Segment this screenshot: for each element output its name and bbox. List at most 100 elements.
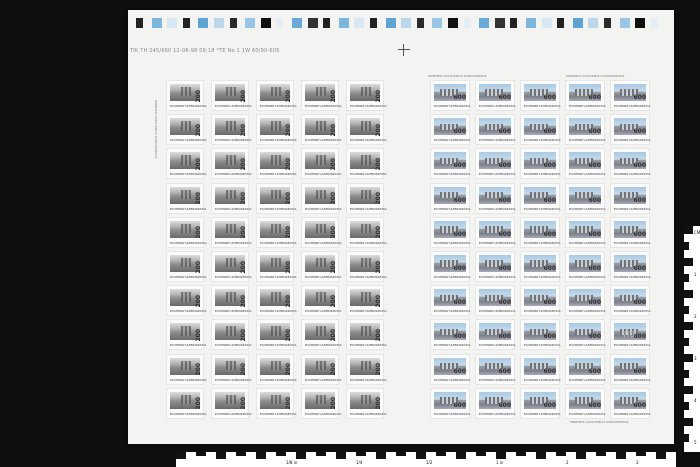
stamp-value: 600 <box>498 94 511 101</box>
stamp-country-label: ΕΛΛΗΝΙΚΗ ΔΗΜΟΚΡΑΤΙΑ <box>524 275 561 279</box>
stamp: 200 ΕΛΛΗΝΙΚΗ ΔΗΜΟΚΡΑΤΙΑ <box>166 285 206 317</box>
stamp: 200 ΕΛΛΗΝΙΚΗ ΔΗΜΟΚΡΑΤΙΑ <box>301 353 341 385</box>
stamp-country-label: ΕΛΛΗΝΙΚΗ ΔΗΜΟΚΡΑΤΙΑ <box>350 206 387 211</box>
stamp: 200 ΕΛΛΗΝΙΚΗ ΔΗΜΟΚΡΑΤΙΑ <box>301 182 341 214</box>
ruler-segment <box>336 452 346 459</box>
stamp-value: 600 <box>633 162 646 170</box>
ruler-label: 4 <box>694 398 697 403</box>
stamp-country-label: ΕΛΛΗΝΙΚΗ ΔΗΜΟΚΡΑΤΙΑ <box>215 104 252 108</box>
stamp-value: 200 <box>195 158 202 171</box>
stamp-value: 200 <box>375 192 382 205</box>
ruler-segment <box>196 452 206 456</box>
stamp: 200 ΕΛΛΗΝΙΚΗ ΔΗΜΟΚΡΑΤΙΑ <box>301 319 341 351</box>
stamp-value: 600 <box>498 128 511 136</box>
stamp: 600 ΕΛΛΗΝΙΚΗ ΔΗΜΟΚΡΑΤΙΑ <box>475 182 516 214</box>
stamp-country-label: ΕΛΛΗΝΙΚΗ ΔΗΜΟΚΡΑΤΙΑ <box>350 309 387 314</box>
registration-block <box>370 18 377 28</box>
stamp-value: 600 <box>588 265 601 272</box>
registration-block <box>167 18 178 28</box>
stamp-value: 200 <box>375 226 382 240</box>
registration-block <box>604 18 611 28</box>
stamp: 200 ΕΛΛΗΝΙΚΗ ΔΗΜΟΚΡΑΤΙΑ <box>301 216 341 248</box>
stamp: 200 ΕΛΛΗΝΙΚΗ ΔΗΜΟΚΡΑΤΙΑ <box>301 148 341 180</box>
stamp-country-label: ΕΛΛΗΝΙΚΗ ΔΗΜΟΚΡΑΤΙΑ <box>215 172 252 177</box>
stamp-value: 200 <box>240 123 247 137</box>
ruler-segment <box>684 418 693 426</box>
stamp-value: 200 <box>330 329 337 342</box>
stamp: 200 ΕΛΛΗΝΙΚΗ ΔΗΜΟΚΡΑΤΙΑ <box>166 387 207 419</box>
stamp-country-label: ΕΛΛΗΝΙΚΗ ΔΗΜΟΚΡΑΤΙΑ <box>479 275 516 279</box>
stamp-country-label: ΕΛΛΗΝΙΚΗ ΔΗΜΟΚΡΑΤΙΑ <box>350 240 387 245</box>
stamp-value: 600 <box>453 265 466 272</box>
stamp: 600 ΕΛΛΗΝΙΚΗ ΔΗΜΟΚΡΑΤΙΑ <box>430 148 471 180</box>
stamp: 600 ΕΛΛΗΝΙΚΗ ΔΗΜΟΚΡΑΤΙΑ <box>520 387 561 419</box>
stamp-country-label: ΕΛΛΗΝΙΚΗ ΔΗΜΟΚΡΑΤΙΑ <box>524 104 561 108</box>
ruler-segment <box>656 452 666 459</box>
stamp-country-label: ΕΛΛΗΝΙΚΗ ΔΗΜΟΚΡΑΤΙΑ <box>524 309 561 314</box>
stamp-country-label: ΕΛΛΗΝΙΚΗ ΔΗΜΟΚΡΑΤΙΑ <box>434 377 471 382</box>
stamp-country-label: ΕΛΛΗΝΙΚΗ ΔΗΜΟΚΡΑΤΙΑ <box>524 411 561 416</box>
stamp-country-label: ΕΛΛΗΝΙΚΗ ΔΗΜΟΚΡΑΤΙΑ <box>434 411 471 416</box>
stamp: 600 ΕΛΛΗΝΙΚΗ ΔΗΜΟΚΡΑΤΙΑ <box>610 353 650 385</box>
stamp: 600 ΕΛΛΗΝΙΚΗ ΔΗΜΟΚΡΑΤΙΑ <box>520 216 560 248</box>
stamp-value: 200 <box>330 226 337 240</box>
stamp-country-label: ΕΛΛΗΝΙΚΗ ΔΗΜΟΚΡΑΤΙΑ <box>170 411 207 416</box>
stamp-country-label: ΕΛΛΗΝΙΚΗ ΔΗΜΟΚΡΑΤΙΑ <box>215 343 252 348</box>
stamp-country-label: ΕΛΛΗΝΙΚΗ ΔΗΜΟΚΡΑΤΙΑ <box>434 138 471 143</box>
stamp-value: 600 <box>453 367 466 375</box>
stamp-country-label: ΕΛΛΗΝΙΚΗ ΔΗΜΟΚΡΑΤΙΑ <box>479 206 516 211</box>
stamp: 200 ΕΛΛΗΝΙΚΗ ΔΗΜΟΚΡΑΤΙΑ <box>346 80 386 111</box>
stamp-country-label: ΕΛΛΗΝΙΚΗ ΔΗΜΟΚΡΑΤΙΑ <box>569 309 606 314</box>
stamp-country-label: ΕΛΛΗΝΙΚΗ ΔΗΜΟΚΡΑΤΙΑ <box>350 377 387 382</box>
ruler-segment <box>616 452 626 459</box>
stamp-value: 200 <box>240 158 247 171</box>
stamp-value: 200 <box>240 397 247 411</box>
stamp-country-label: ΕΛΛΗΝΙΚΗ ΔΗΜΟΚΡΑΤΙΑ <box>524 138 561 143</box>
stamp-value: 200 <box>195 329 202 342</box>
ruler-segment <box>416 452 426 459</box>
registration-block <box>463 18 471 28</box>
left-pane-margin-text: ΜΝΗΜΕΙΑ ΠΑΓΚΟΣΜΙΑΣ ΚΛΗΡΟΝΟΜΙΑΣ <box>154 100 158 159</box>
stamp-value: 200 <box>330 192 337 205</box>
stamp-country-label: ΕΛΛΗΝΙΚΗ ΔΗΜΟΚΡΑΤΙΑ <box>215 206 252 211</box>
registration-block <box>479 18 490 28</box>
stamp-value: 200 <box>195 192 202 205</box>
ruler-segment <box>536 452 546 459</box>
stamp: 600 ΕΛΛΗΝΙΚΗ ΔΗΜΟΚΡΑΤΙΑ <box>430 319 470 351</box>
stamp: 600 ΕΛΛΗΝΙΚΗ ΔΗΜΟΚΡΑΤΙΑ <box>520 319 560 351</box>
stamp-country-label: ΕΛΛΗΝΙΚΗ ΔΗΜΟΚΡΑΤΙΑ <box>524 206 561 211</box>
ruler-segment <box>216 452 226 459</box>
stamp-country-label: ΕΛΛΗΝΙΚΗ ΔΗΜΟΚΡΑΤΙΑ <box>614 172 651 177</box>
stamp: 600 ΕΛΛΗΝΙΚΗ ΔΗΜΟΚΡΑΤΙΑ <box>610 285 650 317</box>
ruler-label: 1/4 <box>356 460 363 465</box>
stamp: 200 ΕΛΛΗΝΙΚΗ ΔΗΜΟΚΡΑΤΙΑ <box>256 251 296 282</box>
registration-block <box>136 18 143 28</box>
stamp: 200 ΕΛΛΗΝΙΚΗ ΔΗΜΟΚΡΑΤΙΑ <box>256 216 296 248</box>
ruler-segment <box>396 452 406 456</box>
stamp-country-label: ΕΛΛΗΝΙΚΗ ΔΗΜΟΚΡΑΤΙΑ <box>434 240 471 245</box>
ruler-segment <box>316 452 326 456</box>
stamp-country-label: ΕΛΛΗΝΙΚΗ ΔΗΜΟΚΡΑΤΙΑ <box>350 275 387 279</box>
stamp-country-label: ΕΛΛΗΝΙΚΗ ΔΗΜΟΚΡΑΤΙΑ <box>569 411 606 416</box>
stamp: 600 ΕΛΛΗΝΙΚΗ ΔΗΜΟΚΡΑΤΙΑ <box>430 80 470 111</box>
stamp: 200 ΕΛΛΗΝΙΚΗ ΔΗΜΟΚΡΑΤΙΑ <box>211 251 251 282</box>
stamp: 600 ΕΛΛΗΝΙΚΗ ΔΗΜΟΚΡΑΤΙΑ <box>610 148 651 180</box>
stamp: 600 ΕΛΛΗΝΙΚΗ ΔΗΜΟΚΡΑΤΙΑ <box>475 285 515 317</box>
stamp-value: 600 <box>588 333 601 341</box>
right-pane-top-right-text: ΜΝΗΜΕΙΑ ΠΑΓΚΟΣΜΙΑΣ ΚΛΗΡΟΝΟΜΙΑΣ <box>566 74 625 78</box>
stamp-value: 200 <box>195 363 202 376</box>
stamp-country-label: ΕΛΛΗΝΙΚΗ ΔΗΜΟΚΡΑΤΙΑ <box>479 138 516 143</box>
stamp: 600 ΕΛΛΗΝΙΚΗ ΔΗΜΟΚΡΑΤΙΑ <box>565 387 606 419</box>
stamp-country-label: ΕΛΛΗΝΙΚΗ ΔΗΜΟΚΡΑΤΙΑ <box>305 104 342 108</box>
stamp-country-label: ΕΛΛΗΝΙΚΗ ΔΗΜΟΚΡΑΤΙΑ <box>434 104 471 108</box>
stamp: 200 ΕΛΛΗΝΙΚΗ ΔΗΜΟΚΡΑΤΙΑ <box>166 182 206 214</box>
ruler-label: 2 <box>694 314 697 319</box>
stamp: 200 ΕΛΛΗΝΙΚΗ ΔΗΜΟΚΡΑΤΙΑ <box>211 114 251 146</box>
stamp-value: 200 <box>285 158 292 171</box>
stamp-country-label: ΕΛΛΗΝΙΚΗ ΔΗΜΟΚΡΑΤΙΑ <box>434 172 471 177</box>
stamp-country-label: ΕΛΛΗΝΙΚΗ ΔΗΜΟΚΡΑΤΙΑ <box>170 377 207 382</box>
registration-block <box>557 18 565 28</box>
stamp: 200 ΕΛΛΗΝΙΚΗ ΔΗΜΟΚΡΑΤΙΑ <box>301 251 341 282</box>
scale-ruler-right: CM 1 2 3 4 5 <box>684 226 700 452</box>
stamp-country-label: ΕΛΛΗΝΙΚΗ ΔΗΜΟΚΡΑΤΙΑ <box>479 104 516 108</box>
